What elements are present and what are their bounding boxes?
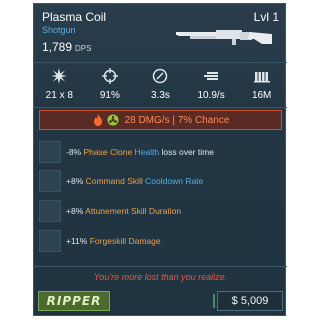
stat-value: 10.9/s xyxy=(197,90,225,101)
footer: RIPPER $ 5,009 xyxy=(36,289,285,313)
stat-accuracy: 91% xyxy=(85,66,136,106)
fire-rate-icon xyxy=(204,72,219,80)
weapon-name: Plasma Coil xyxy=(42,10,107,24)
divider xyxy=(34,266,287,267)
perk-slot[interactable] xyxy=(39,230,61,252)
perk-text: +11% Forgeskill Damage xyxy=(66,236,161,246)
perk-text: -8% Phase Clone Health loss over time xyxy=(66,147,214,157)
perk-row: -8% Phase Clone Health loss over time xyxy=(39,141,282,163)
perk-prefix: +8% xyxy=(66,206,84,216)
perk-highlight: Attunement Skill Duration xyxy=(85,206,182,216)
perk-highlight: Phase Clone xyxy=(83,147,133,157)
stat-magazine: 16M xyxy=(236,66,287,106)
magazine-icon xyxy=(253,72,270,83)
perk-row: +11% Forgeskill Damage xyxy=(39,230,282,252)
perk-prefix: +11% xyxy=(66,236,88,246)
stat-value: 21 x 8 xyxy=(45,90,73,101)
shotgun-icon xyxy=(176,30,272,45)
stat-value: 16M xyxy=(251,90,272,101)
stat-fire-rate: 10.9/s xyxy=(186,66,237,106)
price-tag: $ 5,009 xyxy=(213,291,283,311)
stat-value: 91% xyxy=(99,90,120,101)
divider xyxy=(34,62,287,63)
perk-row: +8% Attunement Skill Duration xyxy=(39,200,282,222)
stat-value: 3.3s xyxy=(151,90,170,101)
stats-row: 21 x 8 91% 3.3s 10.9/s 16M xyxy=(34,66,287,106)
stat-reload: 3.3s xyxy=(135,66,186,106)
weapon-level: Lvl 1 xyxy=(253,10,279,24)
burst-icon xyxy=(51,68,68,84)
perk-highlight-secondary: Cooldown Rate xyxy=(145,176,204,186)
weapon-header: Plasma Coil Shotgun 1,789 DPS Lvl 1 xyxy=(34,4,287,61)
perk-suffix: loss over time xyxy=(161,147,214,157)
price-accent xyxy=(213,294,215,308)
manufacturer-logo: RIPPER xyxy=(38,291,110,311)
stat-damage: 21 x 8 xyxy=(34,66,85,106)
perk-prefix: +8% xyxy=(66,176,84,186)
weapon-class: Shotgun xyxy=(42,25,76,35)
elemental-damage-text: 28 DMG/s | 7% Chance xyxy=(124,114,230,126)
perk-text: +8% Command Skill Cooldown Rate xyxy=(66,176,203,186)
flavor-text: You're more lost than you realize. xyxy=(93,272,228,282)
perk-slot[interactable] xyxy=(39,141,61,163)
perk-prefix: -8% xyxy=(66,147,82,157)
reload-gauge-icon xyxy=(153,68,168,84)
dps-label: DPS xyxy=(75,44,92,53)
fire-icon xyxy=(93,114,102,126)
divider xyxy=(34,107,287,108)
biohazard-icon xyxy=(107,114,119,126)
perk-highlight: Command Skill xyxy=(85,176,143,186)
elemental-damage-bar: 28 DMG/s | 7% Chance xyxy=(39,110,282,130)
crosshair-icon xyxy=(101,68,118,84)
perk-slot[interactable] xyxy=(39,200,61,222)
perk-text: +8% Attunement Skill Duration xyxy=(66,206,181,216)
perk-slot[interactable] xyxy=(39,170,61,192)
perk-highlight-secondary: Health xyxy=(134,147,160,157)
perk-highlight: Forgeskill Damage xyxy=(89,236,161,246)
dps-value: 1,789 xyxy=(42,40,73,54)
price-value: $ 5,009 xyxy=(231,295,269,307)
weapon-dps: 1,789 DPS xyxy=(42,40,91,54)
weapon-card: Plasma Coil Shotgun 1,789 DPS Lvl 1 21 x … xyxy=(33,3,287,316)
perk-row: +8% Command Skill Cooldown Rate xyxy=(39,170,282,192)
